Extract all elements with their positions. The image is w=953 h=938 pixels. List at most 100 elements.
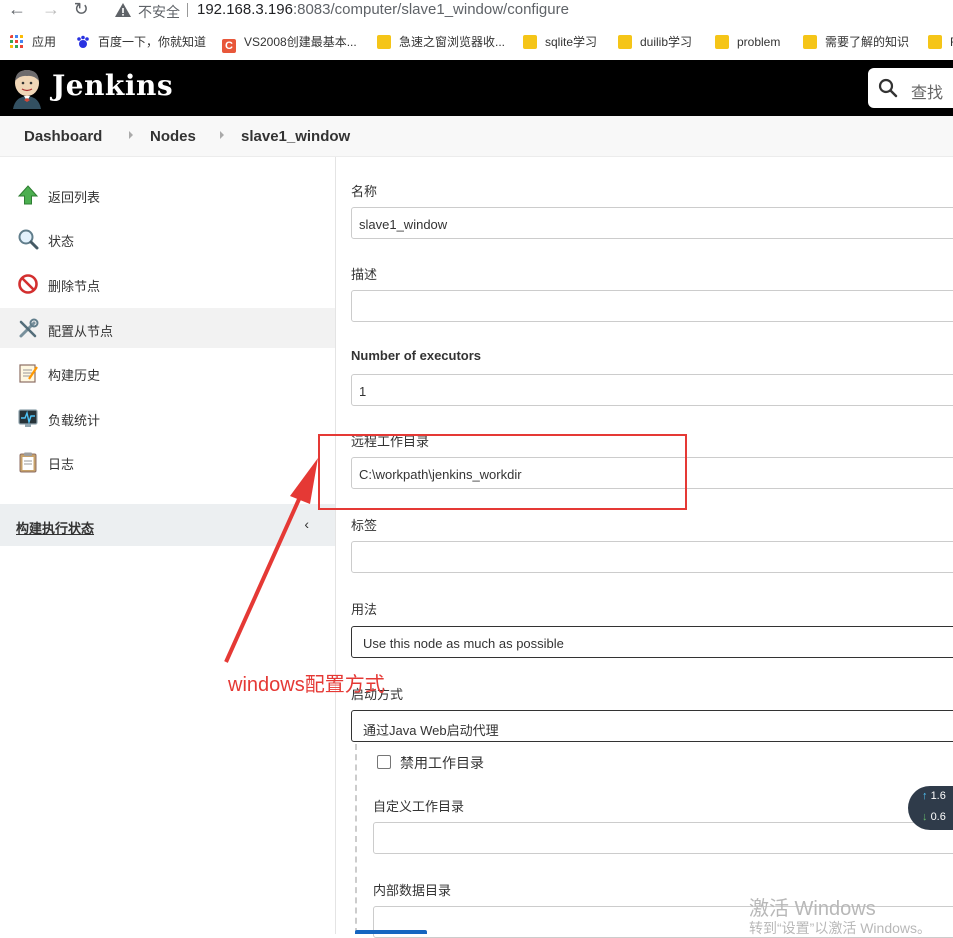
url-host: 192.168.3.196 [197, 1, 293, 18]
side-panel: 返回列表 状态 删除节点 配置从节点 构建历史 负载统计 日志 构建执行状态 ‹ [0, 157, 335, 934]
usage-label: 用法 [351, 602, 378, 617]
breadcrumb: Dashboard Nodes slave1_window [0, 116, 953, 157]
bookmark-csdn[interactable]: C VS2008创建最基本... [222, 33, 357, 53]
usage-value: Use this node as much as possible [363, 636, 564, 651]
jenkins-header: Jenkins 查找 [0, 60, 953, 116]
forward-arrow-icon[interactable]: → [42, 0, 60, 20]
activation-watermark-title: 激活 Windows [749, 898, 876, 920]
breadcrumb-node[interactable]: slave1_window [241, 128, 350, 145]
executors-input[interactable]: 1 [351, 374, 953, 406]
executors-label: Number of executors [351, 348, 482, 363]
launch-options-section [355, 744, 357, 934]
sidebar-item-build-history[interactable]: 构建历史 [0, 352, 335, 392]
apps-grid-icon [10, 35, 23, 48]
sidebar-item-status[interactable]: 状态 [0, 218, 335, 258]
sidebar-item-label: 状态 [48, 234, 75, 249]
download-arrow-icon: ↓ [922, 811, 928, 823]
bookmark-label: duilib学习 [640, 35, 693, 49]
highlight-box [318, 434, 687, 510]
upload-arrow-icon: ↑ [922, 790, 928, 802]
magnifier-icon [18, 229, 39, 250]
sidebar-item-load-statistics[interactable]: 负载统计 [0, 397, 335, 437]
internal-data-label: 内部数据目录 [373, 883, 452, 898]
disable-workdir-checkbox[interactable] [377, 755, 391, 769]
folder-icon [618, 35, 632, 49]
baidu-paw-icon [77, 35, 89, 48]
search-placeholder: 查找 [911, 85, 944, 102]
activation-watermark-hint: 转到“设置”以激活 Windows。 [749, 920, 932, 936]
security-label[interactable]: 不安全 [138, 2, 180, 22]
annotation-text: windows配置方式 [228, 674, 385, 696]
breadcrumb-nodes[interactable]: Nodes [150, 128, 196, 145]
sidebar-item-back-to-list[interactable]: 返回列表 [0, 174, 335, 214]
address-divider [187, 3, 188, 17]
labels-label: 标签 [351, 518, 378, 533]
jenkins-butler-logo[interactable] [10, 67, 44, 109]
bookmark-folder[interactable]: duilib学习 [618, 33, 692, 51]
up-arrow-icon [17, 185, 39, 205]
bookmark-label: 应用 [32, 35, 57, 49]
folder-icon [523, 35, 537, 49]
executors-value: 1 [359, 384, 367, 399]
folder-icon [377, 35, 391, 49]
no-entry-icon [18, 274, 38, 294]
folder-icon [803, 35, 817, 49]
collapse-chevron-icon[interactable]: ‹ [304, 516, 309, 532]
folder-icon [715, 35, 729, 49]
breadcrumb-chevron-icon[interactable] [220, 131, 224, 139]
bookmark-folder[interactable]: sqlite学习 [523, 33, 597, 51]
bookmark-folder[interactable]: 需要了解的知识 [803, 33, 909, 51]
bookmark-folder[interactable]: problem [715, 33, 780, 51]
bookmark-folder[interactable]: 急速之窗浏览器收... [377, 33, 505, 51]
bookmarks-bar: 应用 百度一下，你就知道 C VS2008创建最基本... 急速之窗浏览器收...… [0, 28, 953, 56]
sidebar-item-configure-node[interactable]: 配置从节点 [0, 308, 335, 348]
usage-select[interactable]: Use this node as much as possible [351, 626, 953, 658]
disable-workdir-label: 禁用工作目录 [400, 755, 484, 771]
sidebar-item-label: 删除节点 [48, 279, 101, 294]
breadcrumb-dashboard[interactable]: Dashboard [24, 128, 102, 145]
folder-icon [928, 35, 942, 49]
description-input[interactable] [351, 290, 953, 322]
labels-input[interactable] [351, 541, 953, 573]
sidebar-item-label: 负载统计 [48, 413, 101, 428]
custom-workdir-input[interactable] [373, 822, 953, 854]
bookmark-apps[interactable]: 应用 [10, 33, 56, 51]
executor-status-link[interactable]: 构建执行状态 [16, 518, 94, 537]
bookmark-label: 百度一下，你就知道 [98, 35, 207, 49]
sidebar-item-log[interactable]: 日志 [0, 441, 335, 481]
bookmark-label: sqlite学习 [545, 35, 598, 49]
network-speed-widget[interactable]: ↑ 1.6 ↓ 0.6 [908, 786, 953, 830]
search-box[interactable]: 查找 [868, 68, 953, 108]
warning-triangle-icon [115, 3, 131, 17]
description-label: 描述 [351, 267, 378, 282]
notepad-icon [19, 364, 38, 383]
breadcrumb-chevron-icon[interactable] [129, 131, 133, 139]
monitor-icon [18, 409, 38, 427]
custom-workdir-label: 自定义工作目录 [373, 799, 465, 814]
bookmark-label: problem [737, 35, 781, 49]
url-field[interactable]: 192.168.3.196:8083/computer/slave1_windo… [197, 1, 569, 18]
sidebar-item-label: 返回列表 [48, 190, 101, 205]
back-arrow-icon[interactable]: ← [8, 0, 26, 20]
upload-speed-value: 1.6 [930, 790, 946, 802]
download-speed-value: 0.6 [930, 811, 946, 823]
jenkins-brand[interactable]: Jenkins [52, 69, 173, 102]
launch-method-select[interactable]: 通过Java Web启动代理 [351, 710, 953, 742]
reload-icon[interactable]: ↻ [72, 0, 90, 20]
tools-icon [19, 318, 39, 338]
url-path: :8083/computer/slave1_window/configure [292, 1, 569, 18]
sidebar-item-label: 日志 [48, 457, 75, 472]
save-button[interactable] [355, 930, 427, 934]
sidebar-item-delete-node[interactable]: 删除节点 [0, 263, 335, 303]
launch-method-value: 通过Java Web启动代理 [363, 723, 499, 738]
upload-speed: ↑ 1.6 [922, 790, 946, 802]
name-input[interactable]: slave1_window [351, 207, 953, 239]
download-speed: ↓ 0.6 [922, 811, 946, 823]
bookmark-baidu[interactable]: 百度一下，你就知道 [76, 33, 206, 51]
clipboard-icon [19, 452, 37, 473]
panel-divider [335, 157, 336, 934]
name-value: slave1_window [359, 217, 448, 232]
executor-status-panel: 构建执行状态 ‹ [0, 504, 335, 546]
sidebar-item-label: 配置从节点 [48, 324, 114, 339]
bookmark-folder[interactable]: R [928, 33, 953, 51]
